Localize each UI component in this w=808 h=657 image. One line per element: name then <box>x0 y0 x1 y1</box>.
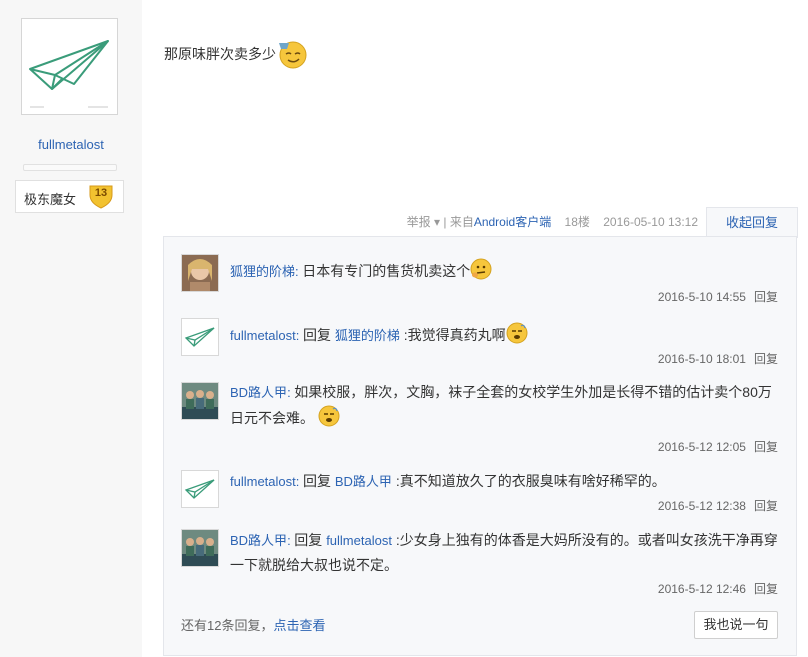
reply-footer: 2016-5-12 12:38 回复 <box>658 497 778 514</box>
exp-bar <box>23 164 117 171</box>
reply-time: 2016-5-12 12:46 <box>657 582 746 596</box>
say-something-button[interactable]: 我也说一句 <box>694 611 778 639</box>
reply-word: 回复 <box>294 532 323 548</box>
reply-body: 狐狸的阶梯: 日本有专门的售货机卖这个 <box>230 258 778 287</box>
source-prefix: | 来自 <box>443 215 474 229</box>
reply-footer: 2016-5-10 18:01 回复 <box>658 350 778 367</box>
author-username[interactable]: fullmetalost <box>0 137 142 152</box>
reply-action[interactable]: 回复 <box>754 290 778 304</box>
reply-text: 如果校服，胖次，文胸，袜子全套的女校学生外加是长得不错的估计卖个80万日元不会难… <box>230 384 772 427</box>
reply-word: 回复 <box>302 473 331 489</box>
paper-plane-logo <box>29 40 109 108</box>
reply-avatar[interactable] <box>181 382 219 420</box>
reply-to-user[interactable]: 狐狸的阶梯 <box>335 328 400 343</box>
reply-action[interactable]: 回复 <box>754 352 778 366</box>
reply-action[interactable]: 回复 <box>754 582 778 596</box>
badge-name: 极东魔女 <box>24 192 77 207</box>
level-badge-icon: 13 <box>88 183 114 209</box>
dropdown-arrow-icon: ▾ <box>434 215 441 229</box>
view-more-link[interactable]: 点击查看 <box>273 618 325 633</box>
reply-footer: 2016-5-12 12:05 回复 <box>658 438 778 455</box>
reply-time: 2016-5-12 12:05 <box>657 440 746 454</box>
author-sidebar: fullmetalost 极东魔女 13 <box>0 0 142 657</box>
reply-avatar[interactable] <box>181 470 219 508</box>
reply-text: 日本有专门的售货机卖这个 <box>302 263 471 280</box>
reply-avatar[interactable] <box>181 254 219 292</box>
reply-list: 狐狸的阶梯: 日本有专门的售货机卖这个 2016-5-10 14:55 回复 fu… <box>163 236 797 656</box>
reply-body: BD路人甲: 如果校服，胖次，文胸，袜子全套的女校学生外加是长得不错的估计卖个8… <box>230 380 778 434</box>
floor-number: 18楼 <box>564 215 590 229</box>
reply-footer: 2016-5-10 14:55 回复 <box>658 288 778 305</box>
source-link[interactable]: Android客户端 <box>474 215 551 229</box>
reply-user[interactable]: BD路人甲 <box>230 385 287 400</box>
reply-body: BD路人甲: 回复 fullmetalost :少女身上独有的体香是大妈所没有的… <box>230 532 778 573</box>
tired-emoji-icon <box>318 405 340 434</box>
reply-word: 回复 <box>302 327 331 344</box>
reply-footer: 2016-5-12 12:46 回复 <box>658 580 778 597</box>
reply-time: 2016-5-10 18:01 <box>657 352 746 366</box>
reply-action[interactable]: 回复 <box>754 499 778 513</box>
report-link[interactable]: 举报 ▾ <box>407 215 440 229</box>
post-meta: 举报 ▾ | 来自Android客户端 18楼 2016-05-10 13:12 <box>407 213 698 230</box>
tired-emoji-icon <box>506 322 528 351</box>
reply-user[interactable]: fullmetalost <box>230 328 296 343</box>
reply-to-user[interactable]: BD路人甲 <box>335 474 392 489</box>
more-prefix: 还有12条回复， <box>181 618 274 633</box>
reply-time: 2016-5-12 12:38 <box>657 499 746 513</box>
reply-user[interactable]: fullmetalost <box>230 474 296 489</box>
thinking-emoji-icon <box>470 258 492 287</box>
more-replies: 还有12条回复，点击查看 <box>181 615 325 634</box>
post-text: 那原味胖次卖多少 <box>164 46 276 63</box>
member-badge[interactable]: 极东魔女 13 <box>15 180 124 213</box>
reply-text: :我觉得真药丸啊 <box>403 327 506 344</box>
reply-time: 2016-5-10 14:55 <box>657 290 746 304</box>
reply-to-user[interactable]: fullmetalost <box>326 533 392 548</box>
reply-avatar[interactable] <box>181 318 219 356</box>
reply-avatar[interactable] <box>181 529 219 567</box>
level-number: 13 <box>94 187 108 199</box>
reply-body: fullmetalost: 回复 狐狸的阶梯 :我觉得真药丸啊 <box>230 322 778 351</box>
reply-action[interactable]: 回复 <box>754 440 778 454</box>
post-content: 那原味胖次卖多少 <box>164 38 308 73</box>
author-avatar[interactable] <box>21 18 118 115</box>
reply-text: :真不知道放久了的衣服臭味有啥好稀罕的。 <box>395 473 666 489</box>
reply-user[interactable]: 狐狸的阶梯 <box>230 264 295 279</box>
reply-user[interactable]: BD路人甲 <box>230 533 287 548</box>
reply-body: fullmetalost: 回复 BD路人甲 :真不知道放久了的衣服臭味有啥好稀… <box>230 473 666 489</box>
smirk-emoji-icon <box>276 38 308 73</box>
post-time: 2016-05-10 13:12 <box>603 215 698 229</box>
collapse-replies-button[interactable]: 收起回复 <box>706 207 798 238</box>
